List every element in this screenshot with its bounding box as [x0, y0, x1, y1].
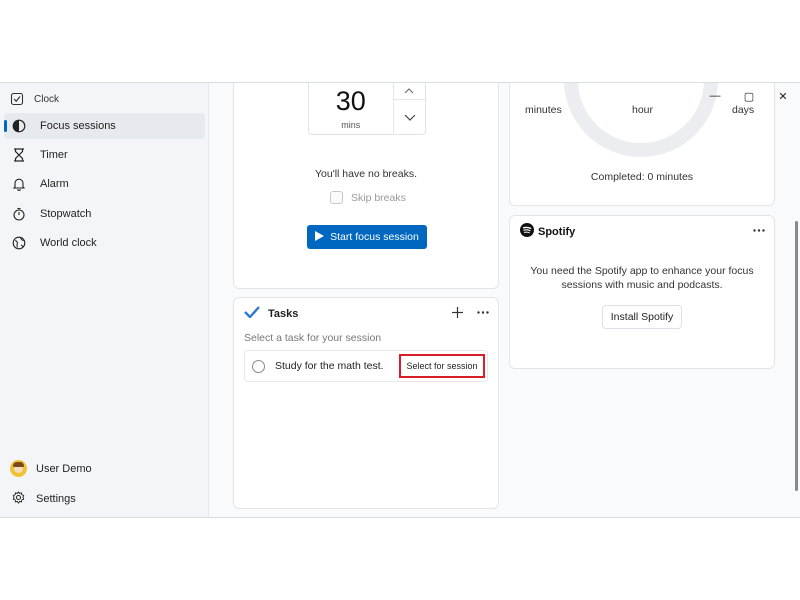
focus-icon: [11, 118, 27, 134]
spotify-more-button[interactable]: [750, 221, 768, 239]
sidebar-item-stopwatch[interactable]: Stopwatch: [4, 201, 205, 227]
sidebar-item-label: Timer: [40, 149, 68, 161]
start-focus-session-label: Start focus session: [330, 231, 419, 243]
install-spotify-button[interactable]: Install Spotify: [602, 305, 682, 329]
skip-breaks-checkbox[interactable]: [330, 191, 343, 204]
sidebar-item-world-clock[interactable]: World clock: [4, 230, 205, 256]
duration-unit: mins: [341, 120, 361, 130]
tasks-title: Tasks: [268, 307, 299, 320]
task-complete-radio[interactable]: [252, 359, 265, 373]
stat-label-minutes: minutes: [525, 104, 562, 116]
chevron-down-icon[interactable]: [393, 99, 427, 135]
duration-value[interactable]: 30 mins: [309, 83, 393, 134]
tasks-header: Tasks: [244, 306, 298, 321]
user-name: User Demo: [36, 462, 92, 475]
sidebar-item-label: Alarm: [40, 178, 69, 190]
more-icon: [753, 228, 765, 232]
spotify-message: You need the Spotify app to enhance your…: [530, 265, 754, 291]
scrollbar[interactable]: [795, 221, 798, 491]
skip-breaks-row: Skip breaks: [330, 191, 406, 204]
plus-icon: [451, 306, 463, 318]
stopwatch-icon: [11, 206, 27, 222]
globe-icon: [11, 235, 27, 251]
spotify-brand: Spotify: [538, 225, 576, 238]
minimize-button[interactable]: —: [698, 83, 732, 109]
skip-breaks-label: Skip breaks: [351, 191, 406, 204]
sidebar-item-focus-sessions[interactable]: Focus sessions: [4, 113, 205, 139]
todo-check-icon: [244, 306, 260, 321]
settings-label: Settings: [36, 493, 76, 505]
sidebar-item-label: Stopwatch: [40, 208, 92, 220]
focus-session-card: 30 mins You'll have no breaks. Skip brea…: [233, 83, 499, 289]
task-item: Study for the math test. Select for sess…: [244, 350, 488, 382]
start-focus-session-button[interactable]: Start focus session: [307, 225, 427, 249]
play-icon: [315, 230, 325, 244]
clock-app-icon: [10, 92, 24, 106]
more-icon: [477, 310, 489, 314]
sidebar-item-label: Focus sessions: [40, 120, 116, 132]
bell-icon: [11, 176, 27, 192]
main-content: 30 mins You'll have no breaks. Skip brea…: [208, 83, 800, 517]
app-title-bar: Clock: [10, 89, 59, 109]
app-title: Clock: [34, 93, 60, 105]
gear-icon: [12, 491, 25, 507]
sidebar-item-alarm[interactable]: Alarm: [4, 171, 205, 197]
sidebar: Clock Focus sessions Timer Alarm Stopwat: [0, 83, 208, 517]
sidebar-item-timer[interactable]: Timer: [4, 142, 205, 168]
avatar: [10, 460, 27, 477]
spotify-logo: Spotify: [520, 223, 575, 240]
close-button[interactable]: ✕: [766, 83, 800, 109]
stat-label-hour: hour: [632, 104, 654, 116]
duration-picker: 30 mins: [308, 83, 427, 135]
tasks-more-button[interactable]: [474, 303, 492, 321]
tasks-subtitle: Select a task for your session: [244, 332, 382, 344]
spotify-icon: [520, 223, 534, 240]
spotify-card: Spotify You need the Spotify app to enha…: [509, 215, 775, 369]
sidebar-item-label: World clock: [40, 237, 97, 249]
add-task-button[interactable]: [448, 303, 466, 321]
user-account[interactable]: User Demo: [10, 460, 92, 477]
task-text: Study for the math test.: [275, 360, 384, 372]
settings-button[interactable]: Settings: [12, 491, 76, 507]
duration-minutes: 30: [335, 86, 366, 116]
chevron-up-icon[interactable]: [394, 83, 425, 98]
clock-window: Clock Focus sessions Timer Alarm Stopwat: [0, 82, 800, 518]
completed-text: Completed: 0 minutes: [590, 171, 694, 183]
tasks-card: Tasks Select a task for your session Stu…: [233, 297, 499, 509]
window-controls: — ▢ ✕: [698, 83, 800, 109]
breaks-info: You'll have no breaks.: [314, 168, 418, 180]
maximize-button[interactable]: ▢: [732, 83, 766, 109]
progress-ring: [564, 83, 718, 157]
duration-stepper: [392, 83, 427, 135]
select-for-session-button[interactable]: Select for session: [399, 354, 485, 378]
hourglass-icon: [11, 147, 27, 163]
